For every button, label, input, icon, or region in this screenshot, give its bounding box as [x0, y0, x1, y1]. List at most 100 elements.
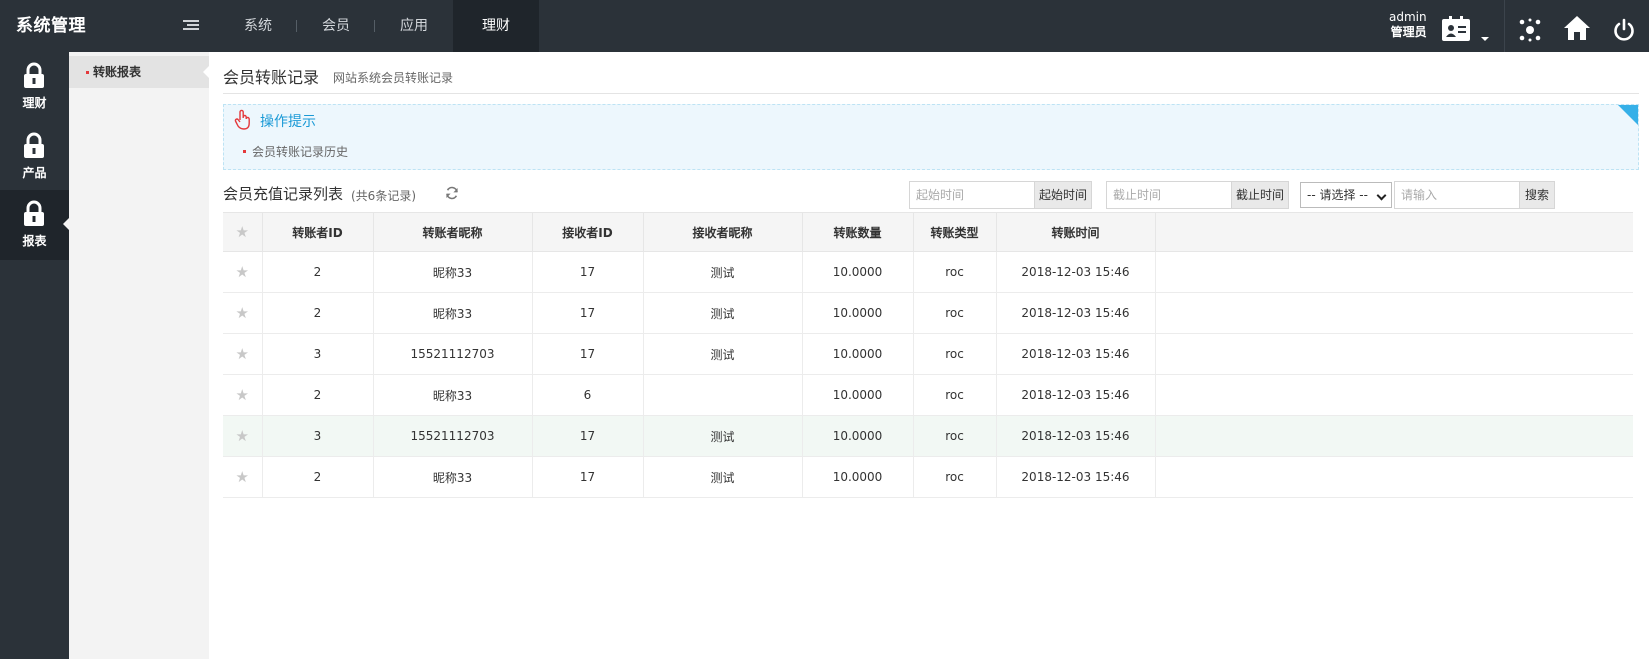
keyword-input[interactable] — [1394, 181, 1520, 209]
star-column-header[interactable]: ★ — [223, 212, 263, 252]
cell: 17 — [532, 292, 644, 334]
cell: 10.0000 — [802, 415, 914, 457]
sidebar-item-label: 报表 — [22, 234, 47, 248]
cell: roc — [913, 456, 997, 498]
tab-member[interactable]: 会员 — [297, 0, 375, 52]
cell: roc — [913, 251, 997, 293]
user-info[interactable]: admin 管理员 — [1389, 10, 1427, 40]
page-header: 会员转账记录 网站系统会员转账记录 — [223, 60, 1639, 94]
star-icon: ★ — [235, 263, 249, 281]
tips-title: 操作提示 — [260, 114, 316, 130]
cell: 测试 — [643, 333, 803, 375]
column-header: 转账类型 — [913, 212, 997, 252]
sidebar-item-product[interactable]: 产品 — [0, 122, 69, 192]
sidebar-item-label: 产品 — [22, 166, 47, 180]
end-time-input[interactable] — [1106, 181, 1232, 209]
table-row: ★ 2 昵称33 17 测试 10.0000 roc 2018-12-03 15… — [223, 292, 1633, 334]
cell: 2018-12-03 15:46 — [996, 292, 1156, 334]
user-name: admin — [1389, 10, 1427, 24]
chevron-down-icon — [1376, 190, 1387, 201]
brand-title: 系统管理 — [16, 16, 86, 36]
lock-icon — [24, 62, 44, 88]
network-icon[interactable] — [1518, 14, 1542, 46]
cell: 17 — [532, 456, 644, 498]
cell: 17 — [532, 415, 644, 457]
star-icon: ★ — [235, 345, 249, 363]
page-subtitle: 网站系统会员转账记录 — [333, 71, 454, 85]
row-star[interactable]: ★ — [223, 333, 263, 375]
row-star[interactable]: ★ — [223, 456, 263, 498]
type-select[interactable]: -- 请选择 -- — [1300, 182, 1392, 208]
cell: 2018-12-03 15:46 — [996, 415, 1156, 457]
column-header-empty — [1155, 212, 1633, 252]
cell-empty — [1155, 251, 1633, 293]
chevron-down-icon[interactable] — [1480, 23, 1490, 55]
star-icon: ★ — [235, 304, 249, 322]
records-table: ★ 转账者ID 转账者昵称 接收者ID 接收者昵称 转账数量 转账类型 转账时间… — [223, 212, 1633, 498]
cell: 10.0000 — [802, 292, 914, 334]
cell: 3 — [262, 333, 374, 375]
cell: 测试 — [643, 456, 803, 498]
cell: 17 — [532, 251, 644, 293]
menu-collapse-icon[interactable] — [183, 20, 199, 34]
cell-empty — [1155, 374, 1633, 416]
icon-sidebar: 理财 产品 报表 — [0, 52, 69, 659]
id-card-icon[interactable] — [1441, 13, 1471, 45]
select-value: -- 请选择 -- — [1307, 188, 1368, 202]
row-star[interactable]: ★ — [223, 292, 263, 334]
tab-system[interactable]: 系统 — [219, 0, 297, 52]
divider — [1504, 0, 1505, 52]
refresh-icon[interactable] — [445, 186, 459, 200]
home-icon[interactable] — [1563, 12, 1591, 44]
start-time-button[interactable]: 起始时间 — [1034, 181, 1092, 209]
cell: 测试 — [643, 292, 803, 334]
record-count: (共6条记录) — [351, 189, 416, 203]
tips-panel: 操作提示 会员转账记录历史 — [223, 104, 1639, 170]
row-star[interactable]: ★ — [223, 251, 263, 293]
cell: 测试 — [643, 415, 803, 457]
cell: 17 — [532, 333, 644, 375]
user-role: 管理员 — [1390, 25, 1427, 39]
star-icon: ★ — [235, 386, 249, 404]
start-time-input[interactable] — [909, 181, 1035, 209]
cell: roc — [913, 374, 997, 416]
star-icon: ★ — [235, 427, 249, 445]
tips-line: 会员转账记录历史 — [242, 145, 349, 159]
table-row: ★ 2 昵称33 17 测试 10.0000 roc 2018-12-03 15… — [223, 251, 1633, 293]
cell-empty — [1155, 292, 1633, 334]
cell: 10.0000 — [802, 456, 914, 498]
cell: 2 — [262, 251, 374, 293]
cell — [643, 374, 803, 416]
cell: 2018-12-03 15:46 — [996, 333, 1156, 375]
search-button[interactable]: 搜索 — [1519, 181, 1555, 209]
cell: 3 — [262, 415, 374, 457]
cell: 昵称33 — [373, 251, 533, 293]
tab-apps[interactable]: 应用 — [375, 0, 453, 52]
cell: 2 — [262, 292, 374, 334]
column-header: 转账时间 — [996, 212, 1156, 252]
sidebar-item-finance[interactable]: 理财 — [0, 52, 69, 122]
cell: 2018-12-03 15:46 — [996, 374, 1156, 416]
page-title: 会员转账记录 — [223, 68, 320, 87]
column-header: 转账者ID — [262, 212, 374, 252]
row-star[interactable]: ★ — [223, 415, 263, 457]
row-star[interactable]: ★ — [223, 374, 263, 416]
collapse-corner-icon[interactable] — [1618, 105, 1638, 125]
list-title: 会员充值记录列表 — [223, 185, 344, 203]
cell: 15521112703 — [373, 415, 533, 457]
sidebar-item-report[interactable]: 报表 — [0, 190, 69, 260]
cell: 10.0000 — [802, 333, 914, 375]
tab-finance[interactable]: 理财 — [453, 0, 539, 52]
power-icon[interactable] — [1613, 14, 1635, 46]
subnav-item-transfer-report[interactable]: 转账报表 — [69, 56, 209, 88]
end-time-button[interactable]: 截止时间 — [1231, 181, 1289, 209]
column-header: 转账者昵称 — [373, 212, 533, 252]
cell: 10.0000 — [802, 374, 914, 416]
lock-icon — [24, 132, 44, 158]
top-bar: 系统管理 系统 会员 应用 理财 admin 管理员 — [0, 0, 1649, 52]
cell: 2018-12-03 15:46 — [996, 456, 1156, 498]
cell: 2018-12-03 15:46 — [996, 251, 1156, 293]
star-icon: ★ — [235, 468, 249, 486]
lock-icon — [24, 200, 44, 226]
cell: 6 — [532, 374, 644, 416]
